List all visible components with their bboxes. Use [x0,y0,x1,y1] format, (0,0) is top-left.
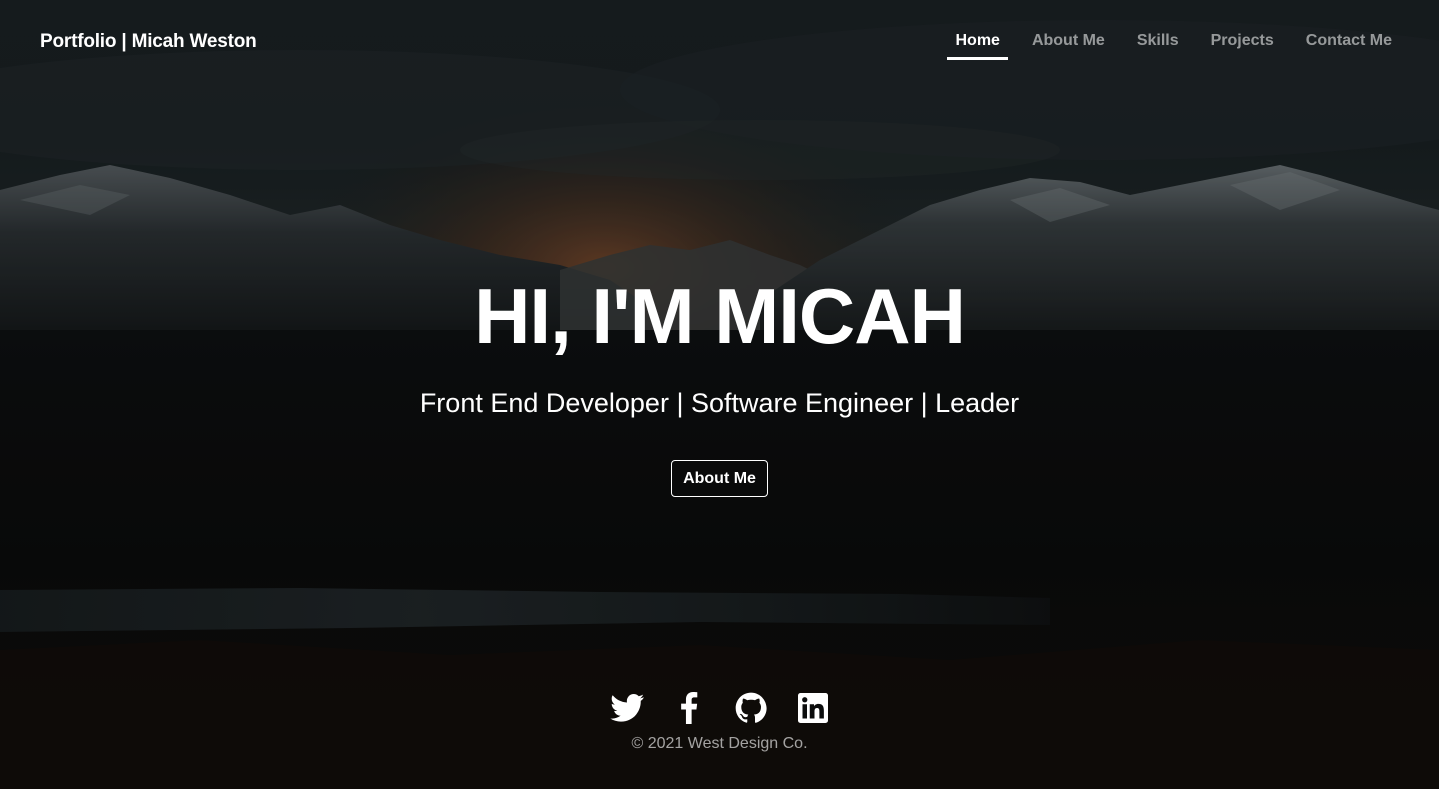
nav-link-skills[interactable]: Skills [1129,30,1187,60]
github-icon[interactable] [734,691,768,725]
linkedin-icon[interactable] [796,691,830,725]
about-me-button[interactable]: About Me [671,460,768,497]
nav-links: Home About Me Skills Projects Contact Me [931,30,1400,60]
hero-section: HI, I'M MICAH Front End Developer | Soft… [0,268,1439,497]
hero-title: HI, I'M MICAH [474,272,966,360]
nav-link-home[interactable]: Home [947,30,1009,60]
hero-subtitle: Front End Developer | Software Engineer … [419,388,1020,418]
facebook-icon[interactable] [672,691,706,725]
copyright-text: © 2021 West Design Co. [631,735,808,752]
social-links [0,690,1439,726]
brand-title[interactable]: Portfolio | Micah Weston [40,31,257,53]
page: Portfolio | Micah Weston Home About Me S… [0,0,1439,789]
footer: © 2021 West Design Co. [0,690,1439,753]
twitter-icon[interactable] [609,691,644,725]
nav-link-contact-me[interactable]: Contact Me [1298,30,1400,60]
navbar: Portfolio | Micah Weston Home About Me S… [0,0,1439,86]
nav-link-about-me[interactable]: About Me [1024,30,1113,60]
nav-link-projects[interactable]: Projects [1203,30,1282,60]
